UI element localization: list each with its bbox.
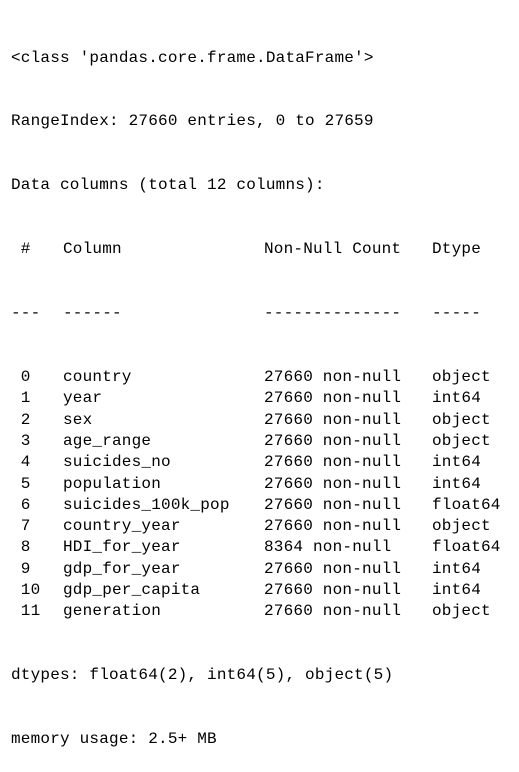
row-column: gdp_per_capita xyxy=(63,581,201,600)
table-row: 3 age_range 27660 non-null object xyxy=(11,431,501,452)
row-dtype: int64 xyxy=(432,474,482,493)
row-column: country_year xyxy=(63,517,181,536)
header-dtype: Dtype xyxy=(432,240,482,259)
row-num: 6 xyxy=(11,495,31,514)
header-column: Column xyxy=(63,240,122,259)
data-columns-line: Data columns (total 12 columns): xyxy=(11,176,325,195)
row-column: country xyxy=(63,368,132,387)
table-row: 5 population 27660 non-null int64 xyxy=(11,474,501,495)
table-row: 2 sex 27660 non-null object xyxy=(11,410,501,431)
row-column: gdp_for_year xyxy=(63,559,181,578)
row-dtype: int64 xyxy=(432,389,482,408)
row-column: generation xyxy=(63,602,162,621)
row-num: 4 xyxy=(11,453,31,472)
table-row: 10 gdp_per_capita 27660 non-null int64 xyxy=(11,580,501,601)
separator-count: -------------- xyxy=(264,304,402,323)
table-separator-row: --- ------ -------------- ----- xyxy=(11,303,501,324)
row-column: suicides_no xyxy=(63,453,171,472)
range-index-line: RangeIndex: 27660 entries, 0 to 27659 xyxy=(11,112,374,131)
header-num: # xyxy=(11,240,31,259)
separator-dtype: ----- xyxy=(432,304,482,323)
row-num: 2 xyxy=(11,410,31,429)
row-column: HDI_for_year xyxy=(63,538,181,557)
table-row: 8 HDI_for_year 8364 non-null float64 xyxy=(11,537,501,558)
row-num: 11 xyxy=(11,602,41,621)
table-row: 6 suicides_100k_pop 27660 non-null float64 xyxy=(11,495,501,516)
dataframe-info-output: <class 'pandas.core.frame.DataFrame'> Ra… xyxy=(11,5,501,772)
row-count: 27660 non-null xyxy=(264,559,402,578)
row-dtype: float64 xyxy=(432,495,501,514)
row-count: 27660 non-null xyxy=(264,517,402,536)
row-dtype: object xyxy=(432,517,491,536)
class-line: <class 'pandas.core.frame.DataFrame'> xyxy=(11,48,374,67)
row-column: sex xyxy=(63,410,93,429)
row-count: 27660 non-null xyxy=(264,368,402,387)
table-header-row: # Column Non-Null Count Dtype xyxy=(11,239,501,260)
header-count: Non-Null Count xyxy=(264,240,402,259)
row-dtype: object xyxy=(432,368,491,387)
table-row: 4 suicides_no 27660 non-null int64 xyxy=(11,452,501,473)
column-rows: 0 country 27660 non-null object 1 year 27660 … xyxy=(11,367,501,623)
row-num: 9 xyxy=(11,559,31,578)
row-count: 27660 non-null xyxy=(264,602,402,621)
table-row: 1 year 27660 non-null int64 xyxy=(11,388,501,409)
row-dtype: object xyxy=(432,410,491,429)
row-num: 8 xyxy=(11,538,31,557)
row-count: 27660 non-null xyxy=(264,431,402,450)
row-count: 27660 non-null xyxy=(264,474,402,493)
row-num: 3 xyxy=(11,431,31,450)
separator-column: ------ xyxy=(63,304,122,323)
row-count: 8364 non-null xyxy=(264,538,392,557)
row-count: 27660 non-null xyxy=(264,389,402,408)
row-count: 27660 non-null xyxy=(264,453,402,472)
row-column: year xyxy=(63,389,103,408)
row-num: 0 xyxy=(11,368,31,387)
row-dtype: int64 xyxy=(432,581,482,600)
row-column: age_range xyxy=(63,431,152,450)
row-num: 5 xyxy=(11,474,31,493)
table-row: 7 country_year 27660 non-null object xyxy=(11,516,501,537)
row-dtype: object xyxy=(432,602,491,621)
row-dtype: object xyxy=(432,431,491,450)
separator-num: --- xyxy=(11,304,41,323)
row-num: 10 xyxy=(11,581,41,600)
row-count: 27660 non-null xyxy=(264,495,402,514)
row-count: 27660 non-null xyxy=(264,410,402,429)
row-num: 7 xyxy=(11,517,31,536)
row-dtype: float64 xyxy=(432,538,501,557)
row-count: 27660 non-null xyxy=(264,581,402,600)
table-row: 9 gdp_for_year 27660 non-null int64 xyxy=(11,559,501,580)
row-column: population xyxy=(63,474,162,493)
row-dtype: int64 xyxy=(432,453,482,472)
table-row: 0 country 27660 non-null object xyxy=(11,367,501,388)
table-row: 11 generation 27660 non-null object xyxy=(11,601,501,622)
dtypes-line: dtypes: float64(2), int64(5), object(5) xyxy=(11,666,394,685)
row-column: suicides_100k_pop xyxy=(63,495,230,514)
memory-line: memory usage: 2.5+ MB xyxy=(11,730,217,749)
row-dtype: int64 xyxy=(432,559,482,578)
row-num: 1 xyxy=(11,389,31,408)
